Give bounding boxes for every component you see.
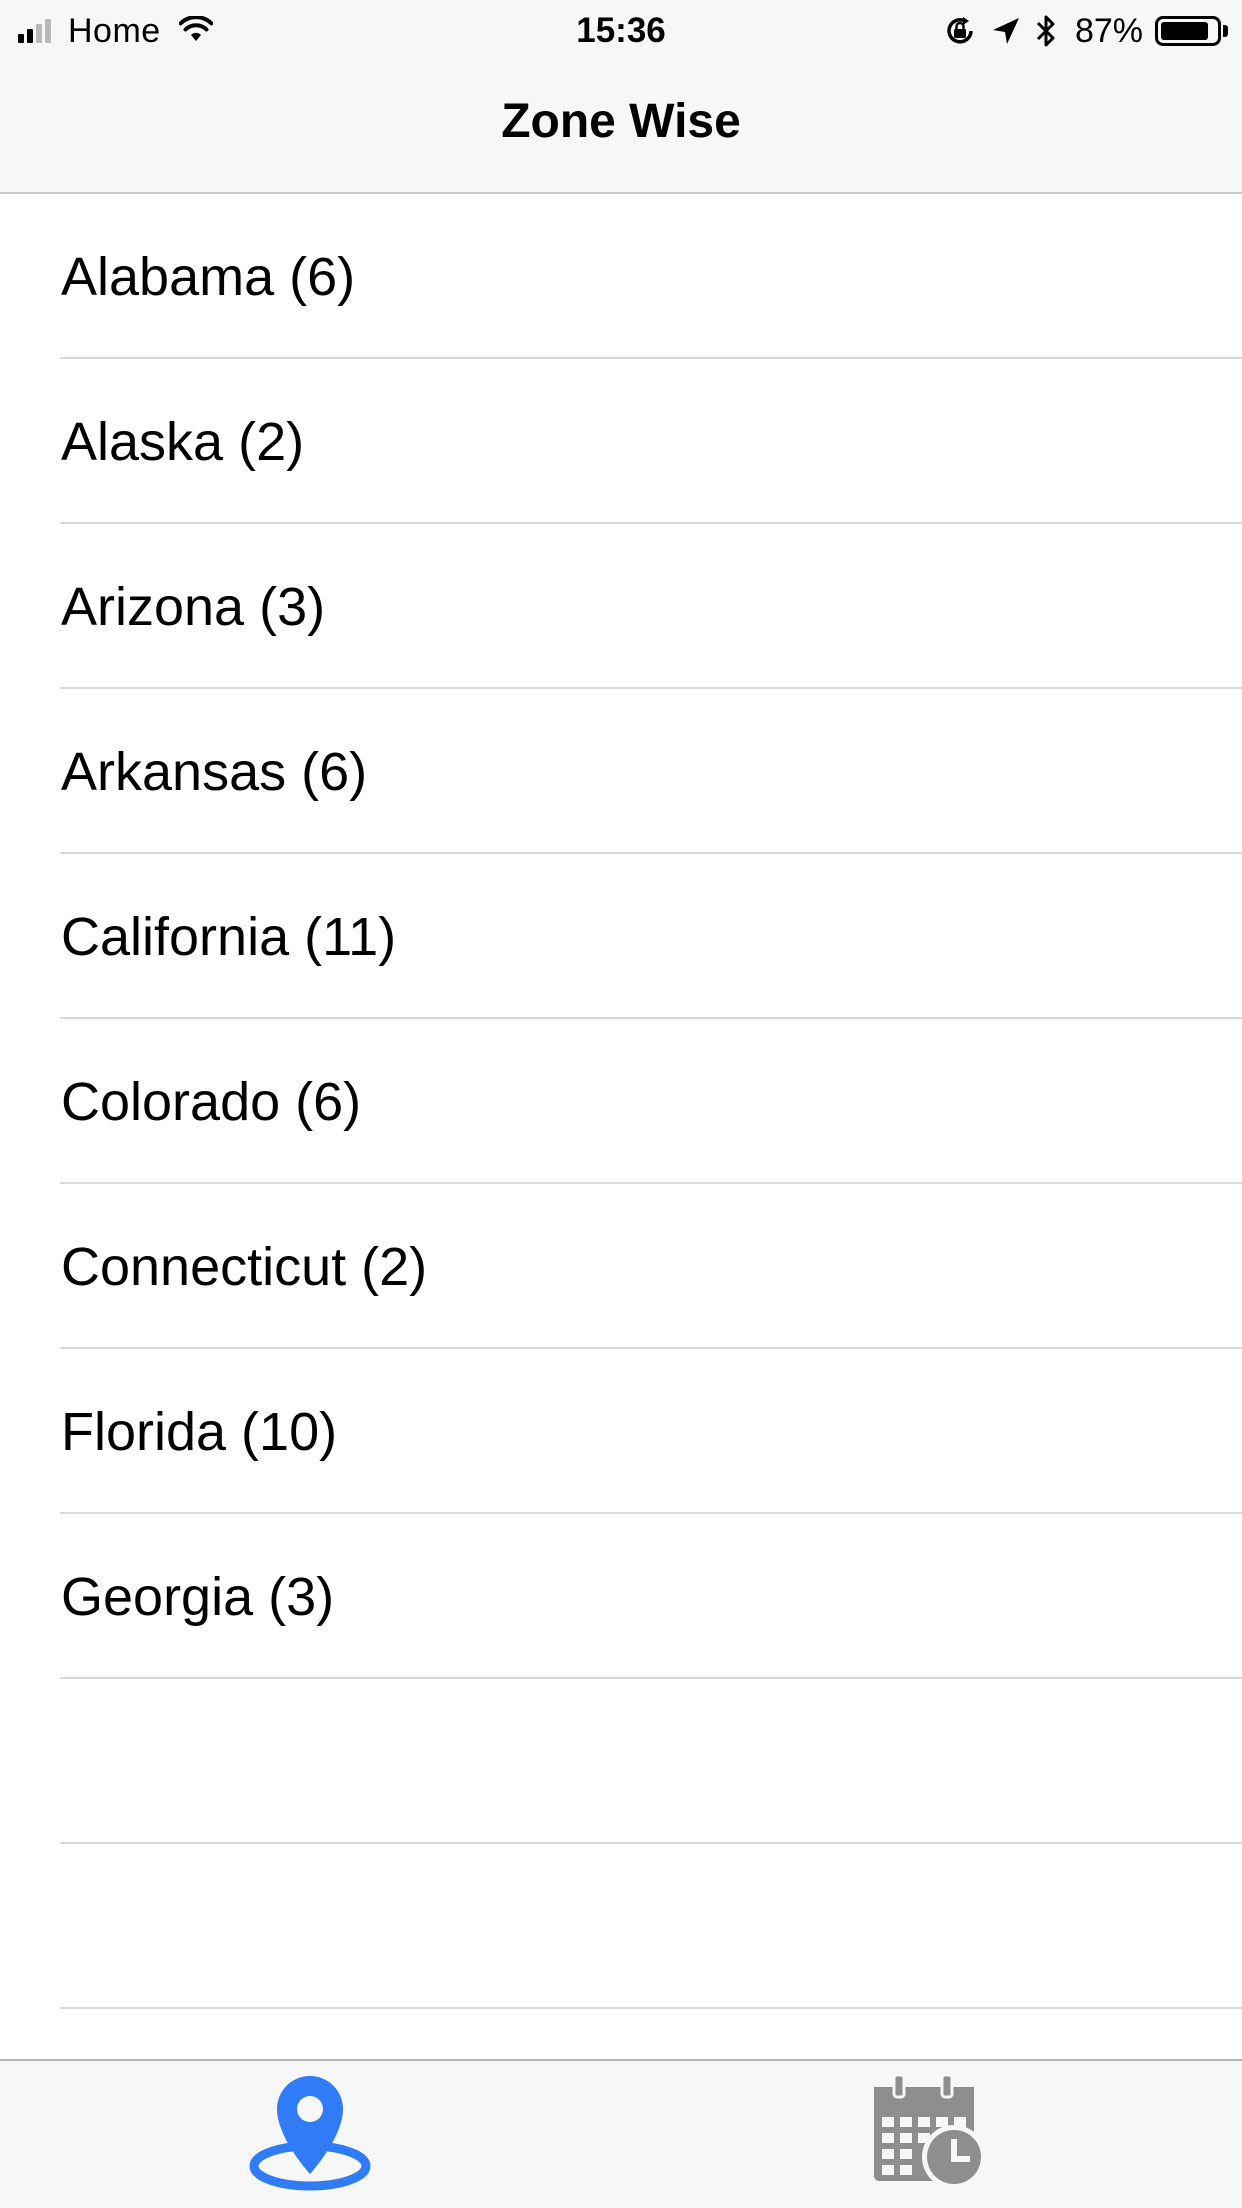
zone-label: Arizona (3) — [61, 576, 326, 637]
zone-row[interactable]: Connecticut (2) — [0, 1184, 1242, 1349]
page-title: Zone Wise — [501, 95, 741, 148]
status-bar: Home 15:36 87% — [0, 0, 1242, 60]
zone-row[interactable]: Colorado (6) — [0, 1019, 1242, 1184]
zone-label: Alabama (6) — [61, 246, 356, 307]
status-right: 87% — [929, 8, 1228, 54]
battery-icon — [1155, 16, 1228, 46]
zone-label: Connecticut (2) — [61, 1236, 428, 1297]
zone-row[interactable]: Florida (10) — [0, 1349, 1242, 1514]
zone-row[interactable]: Arkansas (6) — [0, 689, 1242, 854]
location-arrow-icon — [991, 16, 1021, 46]
tab-bar — [0, 2059, 1242, 2208]
zone-label: Georgia (3) — [61, 1566, 335, 1627]
zone-label: Arkansas (6) — [61, 741, 368, 802]
tab-zone-wise[interactable] — [155, 2061, 465, 2208]
empty-row — [0, 1844, 1242, 2009]
zone-label: California (11) — [61, 906, 397, 967]
battery-percentage: 87% — [1074, 11, 1143, 50]
empty-row — [0, 1679, 1242, 1844]
zone-label: Alaska (2) — [61, 411, 305, 472]
zone-row[interactable]: Georgia (3) — [0, 1514, 1242, 1679]
orientation-lock-icon — [943, 14, 977, 48]
screen: Home 15:36 87% Zone Wise Alabama (6) Ala… — [0, 0, 1242, 2208]
map-pin-icon — [245, 2070, 375, 2199]
calendar-clock-icon — [870, 2073, 990, 2196]
zone-label: Florida (10) — [61, 1401, 338, 1462]
zone-row[interactable]: Arizona (3) — [0, 524, 1242, 689]
zone-list[interactable]: Alabama (6) Alaska (2) Arizona (3) Arkansas… — [0, 194, 1242, 2009]
zone-row[interactable]: Alaska (2) — [0, 359, 1242, 524]
top-bar: Home 15:36 87% Zone Wise — [0, 0, 1242, 194]
zone-label: Colorado (6) — [61, 1071, 362, 1132]
bluetooth-icon — [1035, 14, 1057, 48]
zone-row[interactable]: Alabama (6) — [0, 194, 1242, 359]
tab-schedule[interactable] — [775, 2061, 1085, 2208]
zone-row[interactable]: California (11) — [0, 854, 1242, 1019]
